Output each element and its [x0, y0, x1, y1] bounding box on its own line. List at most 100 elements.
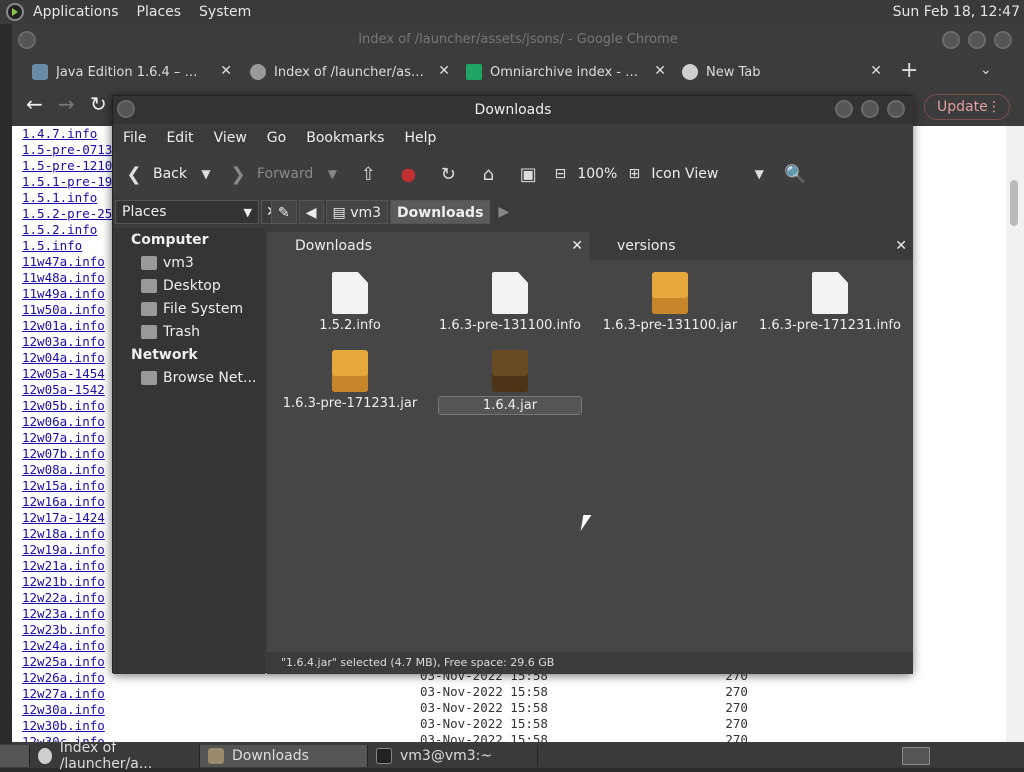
tab-versions[interactable]: versions ✕ — [589, 232, 913, 260]
window-menu-icon[interactable] — [18, 31, 36, 49]
file-link[interactable]: 12w17a-1424 — [22, 510, 114, 526]
breadcrumb-left-icon[interactable]: ◀ — [298, 200, 324, 224]
file-item[interactable]: 1.6.3-pre-171231.jar — [275, 350, 425, 411]
breadcrumb-downloads[interactable]: Downloads — [390, 200, 491, 224]
scrollbar-thumb[interactable] — [1010, 180, 1018, 226]
file-link[interactable]: 1.5.2.info — [22, 222, 114, 238]
file-link[interactable]: 12w23b.info — [22, 622, 114, 638]
gnome-logo-icon[interactable] — [6, 3, 24, 21]
file-item[interactable]: 1.5.2.info — [275, 272, 425, 333]
tab-close-icon[interactable]: ✕ — [895, 232, 907, 260]
close-icon[interactable] — [887, 100, 905, 118]
file-item[interactable]: 1.6.3-pre-131100.jar — [595, 272, 745, 333]
file-link[interactable]: 12w19a.info — [22, 542, 114, 558]
tab-index-of[interactable]: Index of /launcher/assets/j ✕ — [244, 58, 456, 86]
file-link[interactable]: 11w49a.info — [22, 286, 114, 302]
view-mode-dropdown-icon[interactable]: ▼ — [748, 163, 770, 185]
file-link[interactable]: 12w05a-1542 — [22, 382, 114, 398]
file-link[interactable]: 12w24a.info — [22, 638, 114, 654]
file-link[interactable]: 12w15a.info — [22, 478, 114, 494]
file-link[interactable]: 1.5.1-pre-19 — [22, 174, 114, 190]
close-icon[interactable] — [994, 31, 1012, 49]
tab-java-edition[interactable]: Java Edition 1.6.4 – Minec ✕ — [26, 58, 238, 86]
file-link[interactable]: 12w04a.info — [22, 350, 114, 366]
forward-history-dropdown-icon[interactable]: ▼ — [321, 163, 343, 185]
reload-icon[interactable]: ↻ — [437, 163, 459, 185]
file-link[interactable]: 1.5-pre-1210 — [22, 158, 114, 174]
file-link[interactable]: 12w03a.info — [22, 334, 114, 350]
sidebar-item-desktop[interactable]: Desktop — [113, 274, 265, 297]
file-link[interactable]: 11w48a.info — [22, 270, 114, 286]
tab-close-icon[interactable]: ✕ — [438, 63, 450, 79]
file-link[interactable]: 12w18a.info — [22, 526, 114, 542]
tab-close-icon[interactable]: ✕ — [654, 63, 666, 79]
minimize-icon[interactable] — [942, 31, 960, 49]
zoom-in-icon[interactable]: ⊞ — [623, 163, 645, 185]
file-link[interactable]: 1.5.1.info — [22, 190, 114, 206]
forward-icon[interactable]: → — [58, 92, 75, 116]
maximize-icon[interactable] — [968, 31, 986, 49]
applications-menu[interactable]: Applications — [24, 4, 128, 20]
show-desktop-icon[interactable] — [0, 745, 30, 767]
tab-close-icon[interactable]: ✕ — [220, 63, 232, 79]
up-icon[interactable]: ⇧ — [357, 163, 379, 185]
menu-edit[interactable]: Edit — [156, 130, 203, 146]
file-item[interactable]: 1.6.3-pre-171231.info — [755, 272, 905, 333]
tab-close-icon[interactable]: ✕ — [870, 63, 882, 79]
taskbar-item-terminal[interactable]: vm3@vm3:~ — [368, 745, 538, 767]
stop-icon[interactable]: ● — [397, 163, 419, 185]
menu-bookmarks[interactable]: Bookmarks — [296, 130, 394, 146]
new-tab-button[interactable]: + — [900, 58, 918, 83]
file-link[interactable]: 12w16a.info — [22, 494, 114, 510]
computer-icon[interactable]: ▣ — [517, 163, 539, 185]
file-link[interactable]: 1.5.info — [22, 238, 114, 254]
scrollbar[interactable] — [1006, 126, 1024, 742]
file-link[interactable]: 11w47a.info — [22, 254, 114, 270]
file-link[interactable]: 12w26a.info — [22, 670, 114, 686]
file-link[interactable]: 12w07b.info — [22, 446, 114, 462]
file-link[interactable]: 12w06a.info — [22, 414, 114, 430]
clock[interactable]: Sun Feb 18, 12:47 — [893, 4, 1024, 20]
file-link[interactable]: 12w08a.info — [22, 462, 114, 478]
window-menu-icon[interactable] — [117, 100, 135, 118]
file-link[interactable]: 12w22a.info — [22, 590, 114, 606]
file-link[interactable]: 11w50a.info — [22, 302, 114, 318]
minimize-icon[interactable] — [835, 100, 853, 118]
file-link[interactable]: 12w21a.info — [22, 558, 114, 574]
search-icon[interactable]: 🔍 — [784, 163, 806, 185]
menu-go[interactable]: Go — [257, 130, 296, 146]
home-icon[interactable]: ⌂ — [477, 163, 499, 185]
workspace-switcher[interactable] — [902, 747, 930, 765]
tab-close-icon[interactable]: ✕ — [571, 232, 583, 260]
menu-help[interactable]: Help — [394, 130, 446, 146]
file-link[interactable]: 12w30b.info — [22, 718, 114, 734]
file-link[interactable]: 12w25a.info — [22, 654, 114, 670]
edit-location-icon[interactable]: ✎ — [271, 200, 297, 224]
sidebar-item-vm3[interactable]: vm3 — [113, 251, 265, 274]
system-menu[interactable]: System — [190, 4, 260, 20]
file-link[interactable]: 12w27a.info — [22, 686, 114, 702]
back-button[interactable]: ❮ Back — [123, 159, 187, 189]
file-link[interactable]: 12w07a.info — [22, 430, 114, 446]
reload-icon[interactable]: ↻ — [90, 92, 107, 116]
file-link[interactable]: 12w30a.info — [22, 702, 114, 718]
taskbar-item-downloads[interactable]: Downloads — [200, 745, 368, 767]
zoom-out-icon[interactable]: ⊟ — [549, 163, 571, 185]
menu-file[interactable]: File — [113, 130, 156, 146]
file-item[interactable]: 1.6.3-pre-131100.info — [435, 272, 585, 333]
file-link[interactable]: 1.4.7.info — [22, 126, 114, 142]
file-link[interactable]: 1.5.2-pre-25 — [22, 206, 114, 222]
file-link[interactable]: 12w21b.info — [22, 574, 114, 590]
sidebar-item-trash[interactable]: Trash — [113, 320, 265, 343]
update-button[interactable]: Update ⋮ — [924, 94, 1010, 120]
menu-view[interactable]: View — [204, 130, 257, 146]
breadcrumb-right-icon[interactable]: ▶ — [492, 200, 515, 224]
view-mode-select[interactable]: Icon View — [651, 166, 718, 182]
file-link[interactable]: 12w01a.info — [22, 318, 114, 334]
tab-omniarchive[interactable]: Omniarchive index - Goog ✕ — [460, 58, 672, 86]
back-icon[interactable]: ← — [26, 92, 43, 116]
tab-downloads[interactable]: Downloads ✕ — [267, 232, 589, 260]
file-link[interactable]: 12w05b.info — [22, 398, 114, 414]
back-history-dropdown-icon[interactable]: ▼ — [195, 163, 217, 185]
breadcrumb-vm3[interactable]: ▤ vm3 — [325, 200, 389, 224]
